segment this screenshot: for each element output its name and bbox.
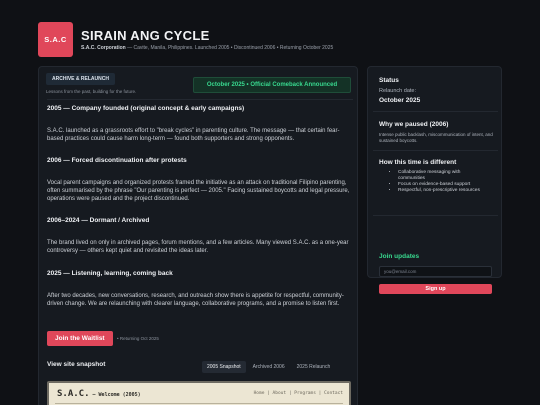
different-list: Collaborative messaging with communities… [398,170,488,194]
email-field[interactable] [379,266,492,277]
snapshot-divider [55,403,343,404]
status-sidebar: Status Relaunch date: October 2025 Why w… [367,66,502,294]
snapshot-tabs: 2005 Snapshot Archived 2006 2025 Relaunc… [202,361,335,373]
cta-note: • Returning Oct 2025 [117,336,159,341]
snapshot-nav: Home | About | Programs | Contact [253,391,343,396]
timeline-body: S.A.C. launched as a grassroots effort t… [47,128,340,142]
list-item: Focus on evidence-based support [398,182,488,188]
timeline-title: 2006–2024 — Dormant / Archived [47,217,150,224]
paused-text: Intense public backlash, miscommunicatio… [379,132,493,143]
section-tag: ARCHIVE & RELAUNCH [46,73,115,85]
divider [373,150,498,151]
list-item: Respectful, non-prescriptive resources [398,188,488,194]
section-tagline: Lessons from the past, building for the … [46,89,137,94]
site-snapshot-preview: S.A.C. — Welcome (2005) Home | About | P… [47,381,351,405]
snapshot-label: View site snapshot [47,361,106,368]
divider [373,215,498,216]
divider [373,111,498,112]
timeline-title: 2005 — Company founded (original concept… [47,105,245,112]
timeline-entry: 2025 — Listening, learning, coming back [47,270,353,277]
timeline-body: Vocal parent campaigns and organized pro… [47,180,350,202]
relaunch-label: Relaunch date: [379,88,416,94]
timeline-body: The brand lived on only in archived page… [47,240,349,254]
sign-up-button[interactable]: Sign up [379,284,492,294]
timeline-title: 2006 — Forced discontinuation after prot… [47,157,187,164]
paused-heading: Why we paused (2006) [379,121,449,128]
divider [47,99,353,100]
timeline-entry: 2005 — Company founded (original concept… [47,105,353,112]
subtitle-details: — Cavite, Manila, Philippines. Launched … [125,45,334,51]
page-header: S.A.C SIRAIN ANG CYCLE S.A.C. Corporatio… [38,22,333,57]
snapshot-brand: S.A.C. — Welcome (2005) [57,389,141,399]
timeline-entry: 2006 — Forced discontinuation after prot… [47,157,353,164]
join-waitlist-button[interactable]: Join the Waitlist [47,331,113,346]
tab-2025-relaunch[interactable]: 2025 Relaunch [292,361,336,373]
different-heading: How this time is different [379,159,457,166]
archive-panel: ARCHIVE & RELAUNCH Lessons from the past… [38,66,358,405]
page-subtitle: S.A.C. Corporation — Cavite, Manila, Phi… [81,45,333,51]
brand-logo: S.A.C [38,22,73,57]
tab-archived-2006[interactable]: Archived 2006 [248,361,290,373]
tab-2005-snapshot[interactable]: 2005 Snapshot [202,361,246,373]
page-title: SIRAIN ANG CYCLE [81,28,210,43]
list-item: Collaborative messaging with communities [398,170,488,181]
announcement-badge: October 2025 • Official Comeback Announc… [193,77,351,93]
snapshot-brand-suffix: — Welcome (2005) [89,392,141,398]
relaunch-date: October 2025 [379,97,421,104]
timeline-body: After two decades, new conversations, re… [47,293,344,307]
timeline-title: 2025 — Listening, learning, coming back [47,270,173,277]
subtitle-org: S.A.C. Corporation [81,45,126,51]
status-heading: Status [379,77,399,84]
join-heading: Join updates [379,253,420,260]
header-text: SIRAIN ANG CYCLE S.A.C. Corporation — Ca… [81,28,333,51]
timeline-entry: 2006–2024 — Dormant / Archived [47,217,353,224]
